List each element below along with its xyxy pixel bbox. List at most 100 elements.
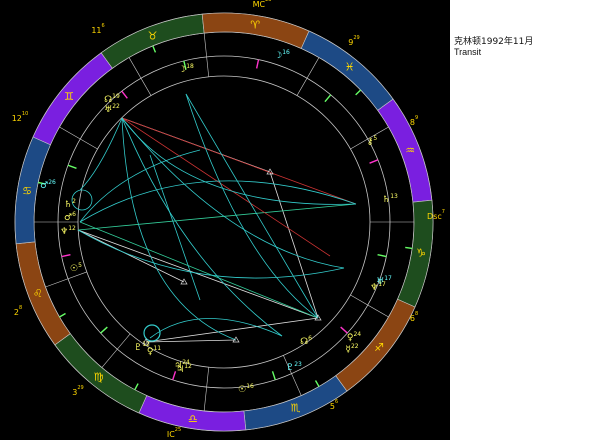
dsc-label-main: Dsc — [427, 212, 442, 221]
cusp-tick — [100, 326, 108, 334]
house-cusp-6-degree: 8 — [415, 311, 418, 317]
inner-planet-neptune-degree: 12 — [68, 225, 76, 232]
outer-planet-sun-main: ☉ — [238, 385, 246, 395]
aspect-line — [77, 229, 185, 283]
house-cusp-line — [59, 126, 98, 150]
house-cusp-9-degree: 29 — [353, 35, 359, 41]
outer-planet-north-node-main: ☊ — [300, 337, 308, 347]
aspect-line — [121, 117, 331, 257]
aspect-line — [77, 229, 319, 319]
inner-planet-venus: ♀11 — [147, 345, 161, 358]
aspect-line — [77, 203, 357, 231]
cusp-tick — [271, 371, 276, 381]
cusp-tick — [121, 90, 128, 99]
cusp-tick — [255, 59, 260, 69]
outer-planet-jupiter-degree: 12 — [184, 363, 192, 370]
aspect-line — [79, 221, 319, 319]
cusp-tick — [324, 94, 332, 103]
cusp-tick — [59, 312, 66, 318]
outer-planet-chiron-degree: 5 — [373, 135, 377, 142]
dsc-label: Dsc7 — [427, 209, 445, 221]
outer-planet-venus: ♀24 — [347, 331, 361, 344]
house-cusp-2-degree: 8 — [19, 305, 22, 311]
aspect-line — [149, 318, 283, 339]
aspect-lines — [71, 93, 357, 345]
house-cusp-line — [296, 57, 320, 96]
outer-planet-moon: ☽16 — [274, 49, 290, 62]
cusp-tick — [369, 159, 379, 164]
inner-planet-mars: ♂6 — [64, 211, 76, 224]
outer-planet-neptune: ♆17 — [370, 281, 386, 294]
inner-planet-sun-degree: 5 — [78, 262, 82, 269]
libra-glyph: ♎ — [188, 413, 198, 426]
chart-title: 克林顿1992年11月 — [454, 37, 534, 47]
inner-planet-sun-main: ☉ — [70, 264, 78, 274]
outer-planet-neptune-degree: 17 — [378, 281, 386, 288]
chart-area: ♉ ♈ ♓ ♒ ♑ ♐ ♏ ♎ ♍ ♌ ♋ ♊ MC23 IC25 Dsc7 116 929 89 1210 68 5… — [0, 0, 450, 440]
cancer-glyph: ♋ — [22, 184, 32, 197]
house-cusp-line — [203, 33, 210, 77]
ic-label: IC25 — [167, 427, 181, 439]
chart-subtitle: Transit — [454, 47, 482, 57]
outer-planet-mercury: ☿22 — [345, 343, 358, 356]
cusp-tick — [172, 371, 177, 381]
outer-planet-chiron: ⚷5 — [367, 135, 378, 148]
house-cusp-line — [128, 57, 152, 96]
aspect-line — [185, 93, 319, 319]
cusp-ticks — [38, 45, 413, 391]
aries-glyph: ♈ — [250, 19, 260, 32]
outer-planet-mars: ♂26 — [40, 179, 56, 192]
outer-planet-venus-degree: 24 — [353, 331, 361, 338]
chart-ring — [33, 31, 415, 413]
cusp-tick — [314, 380, 320, 387]
house-cusp-line — [203, 367, 210, 411]
side-panel: 克林顿1992年11月 Transit — [450, 0, 600, 440]
inner-planet-uranus: ♅22 — [104, 103, 120, 116]
house-cusp-11-main: 11 — [91, 26, 101, 35]
aquarius-glyph: ♒ — [405, 144, 415, 157]
taurus-glyph: ♉ — [148, 29, 158, 42]
house-cusp-12-main: 12 — [12, 114, 22, 123]
outer-planet-mars-degree: 26 — [48, 179, 56, 186]
house-cusp-12-degree: 10 — [22, 111, 28, 117]
inner-planet-moon-degree: 18 — [186, 63, 194, 70]
outer-planet-mercury-degree: 22 — [351, 343, 359, 350]
inner-planet-mars-main: ♂ — [64, 213, 72, 223]
house-cusp-5: 56 — [330, 399, 338, 411]
ic-label-degree: 25 — [175, 427, 181, 433]
cusp-tick — [152, 45, 157, 53]
sagittarius-glyph: ♐ — [374, 341, 384, 354]
cusp-tick — [355, 89, 362, 96]
outer-planet-pluto-main: ♇ — [286, 363, 294, 373]
inner-planet-uranus-main: ♅ — [104, 105, 112, 115]
outer-planet-pluto-degree: 23 — [294, 361, 302, 368]
house-cusp-8-degree: 9 — [415, 115, 418, 121]
aspect-line — [269, 171, 319, 319]
inner-planet-north-node-degree: 19 — [112, 93, 120, 100]
outer-planet-mars-main: ♂ — [40, 181, 48, 191]
outer-planet-saturn: ♄13 — [382, 193, 398, 206]
virgo-glyph: ♍ — [94, 371, 104, 384]
gemini-glyph: ♊ — [64, 90, 74, 103]
inner-planet-neptune-main: ♆ — [60, 227, 68, 237]
scorpio-glyph: ♏ — [291, 402, 301, 415]
outer-planet-neptune-main: ♆ — [370, 283, 378, 293]
mc-label: MC23 — [253, 0, 272, 9]
pisces-glyph: ♓ — [345, 61, 355, 74]
house-cusp-3: 329 — [72, 385, 83, 397]
mc-label-main: MC — [253, 0, 266, 9]
aspect-line — [121, 117, 237, 341]
cusp-tick — [405, 246, 413, 250]
transit-chart: ♉♈♓♒♑♐♏♎♍♌♋♊ MC23IC25Dsc7116929891210685… — [12, 0, 445, 439]
leo-glyph: ♌ — [33, 287, 43, 300]
outer-planet-saturn-degree: 13 — [390, 193, 398, 200]
inner-planet-mars-degree: 6 — [72, 211, 76, 218]
cusp-tick — [377, 253, 387, 258]
house-cusp-9: 929 — [348, 35, 359, 47]
inner-planet-sun: ☉5 — [70, 262, 82, 275]
outer-planet-moon-degree: 16 — [282, 49, 290, 56]
aspect-marker — [180, 278, 188, 285]
inner-planet-saturn-degree: 2 — [72, 198, 76, 205]
house-cusp-6: 68 — [410, 311, 418, 323]
house-cusp-2: 28 — [14, 305, 22, 317]
